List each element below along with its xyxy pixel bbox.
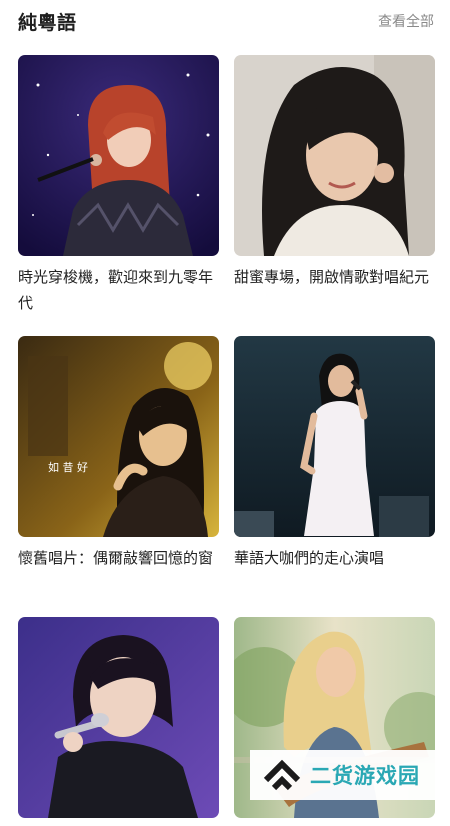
view-all-link[interactable]: 查看全部	[378, 11, 434, 31]
site-watermark: 二货游戏园	[250, 750, 450, 800]
playlist-card[interactable]: 如 昔 好 懷舊唱片：偶爾敲響回憶的窗	[18, 336, 219, 571]
playlist-cover	[234, 336, 435, 537]
section-header: 純粵語 查看全部	[18, 6, 434, 36]
watermark-logo-icon	[263, 759, 301, 791]
playlist-card[interactable]: 時光穿梭機，歡迎來到九零年代	[18, 55, 219, 316]
watermark-text: 二货游戏园	[310, 764, 420, 788]
playlist-cover	[18, 55, 219, 256]
playlist-cover: 如 昔 好	[18, 336, 219, 537]
playlist-title: 時光穿梭機，歡迎來到九零年代	[18, 268, 214, 312]
playlist-title: 懷舊唱片：偶爾敲響回憶的窗	[18, 549, 214, 567]
playlist-title: 華語大咖們的走心演唱	[234, 549, 385, 567]
cover-calligraphy: 如 昔 好	[48, 460, 88, 474]
section-title: 純粵語	[18, 11, 77, 34]
playlist-cover	[234, 55, 435, 256]
playlist-cover	[18, 617, 219, 818]
playlist-card[interactable]: 華語大咖們的走心演唱	[234, 336, 435, 571]
playlist-card[interactable]	[18, 617, 219, 826]
playlist-title: 甜蜜專場，開啟情歌對唱紀元	[234, 268, 430, 286]
playlist-card[interactable]: 甜蜜專場，開啟情歌對唱紀元	[234, 55, 435, 290]
